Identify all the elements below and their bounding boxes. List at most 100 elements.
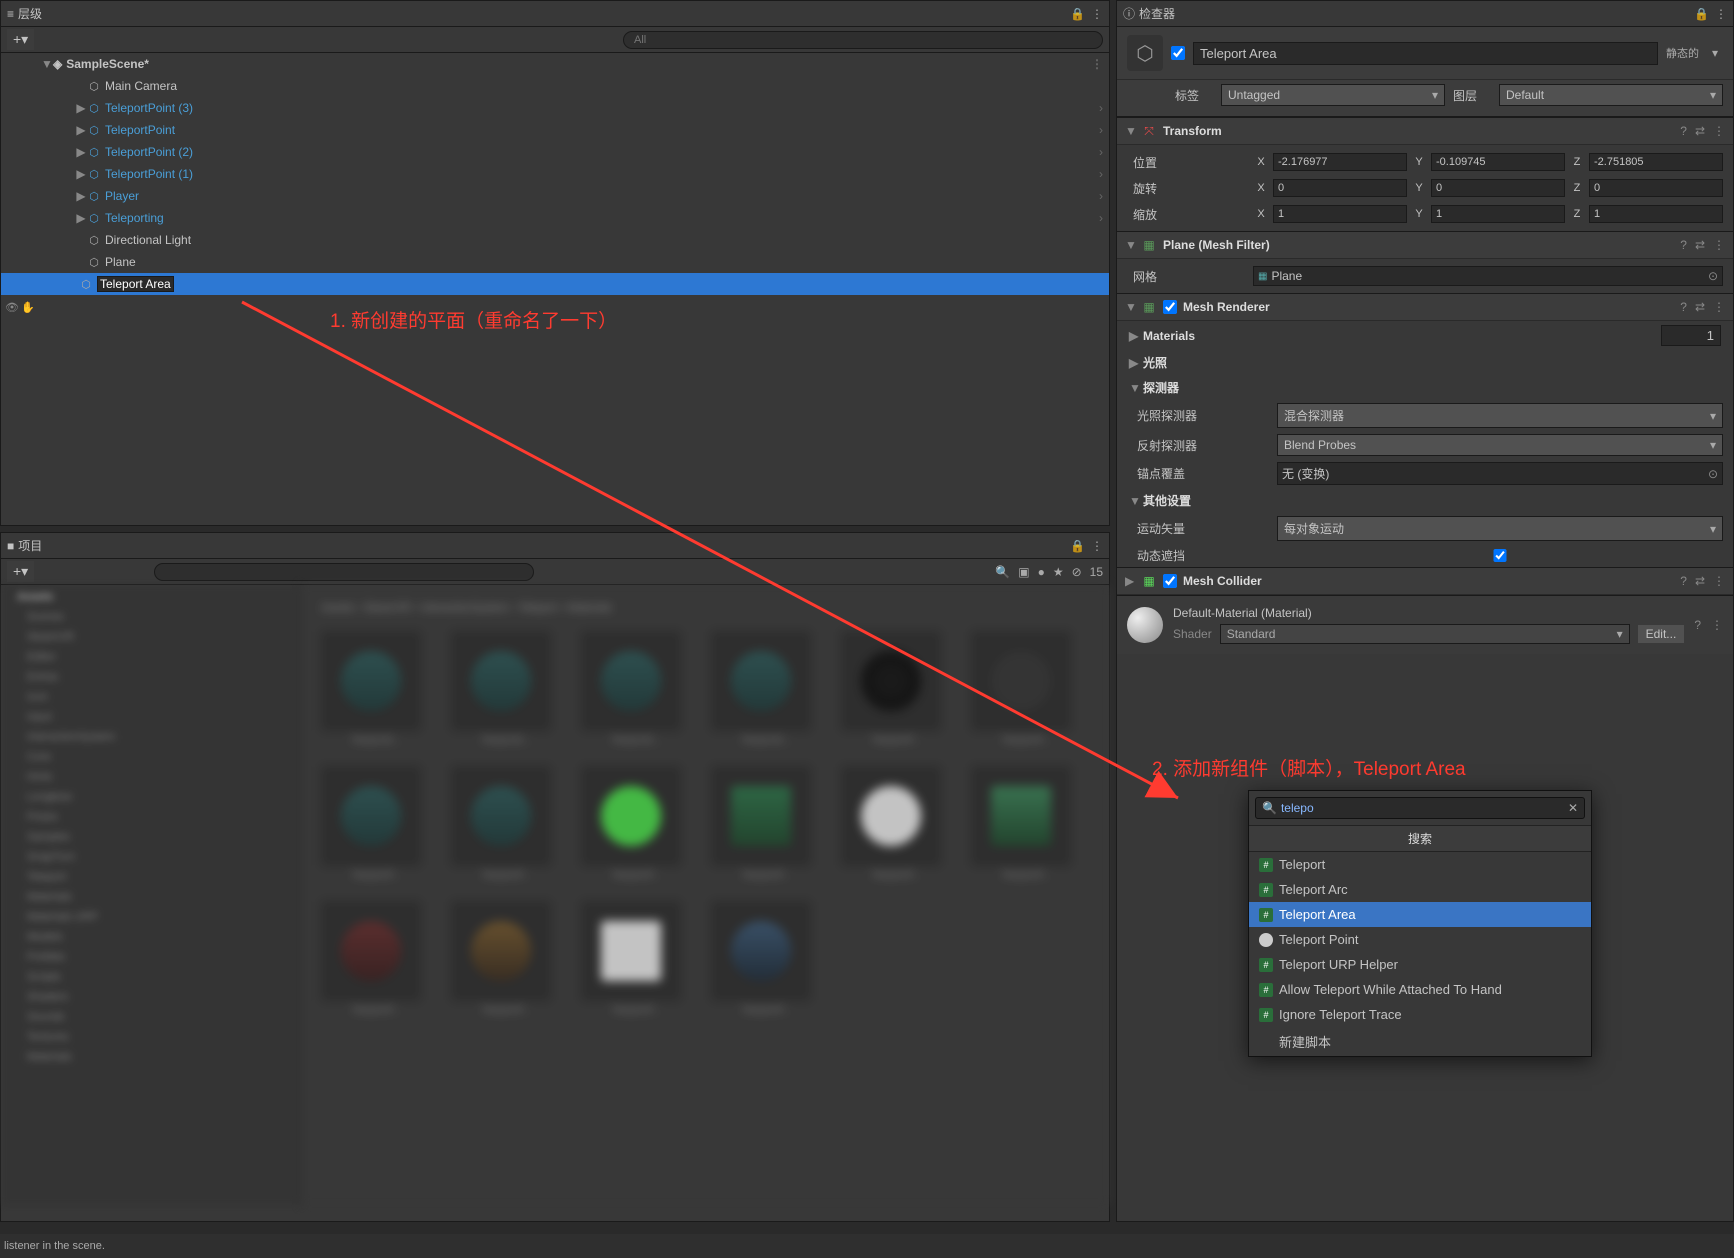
hierarchy-item[interactable]: ⬡Directional Light xyxy=(1,229,1109,251)
lighting-foldout[interactable]: ▶光照 xyxy=(1117,350,1733,375)
transform-header[interactable]: ▼ ⤧ Transform ?⇄⋮ xyxy=(1117,117,1733,145)
lock-icon[interactable]: 🔒 xyxy=(1070,539,1085,553)
dynocc-checkbox[interactable] xyxy=(1277,549,1723,562)
project-tree[interactable]: Assets ScenesSteamVREditorExtrasIconInpu… xyxy=(1,585,301,1205)
menu-icon[interactable]: ⋮ xyxy=(1713,300,1725,314)
anchor-field[interactable]: 无 (变换)⊙ xyxy=(1277,462,1723,485)
expand-icon[interactable]: ▶ xyxy=(75,123,87,137)
fav-icon[interactable]: ★ xyxy=(1053,565,1064,579)
hierarchy-search[interactable] xyxy=(623,31,1103,49)
meshrenderer-header[interactable]: ▼ ▦ Mesh Renderer ?⇄⋮ xyxy=(1117,293,1733,321)
new-script-item[interactable]: 新建脚本 xyxy=(1249,1027,1591,1056)
materials-count[interactable] xyxy=(1661,325,1721,346)
meshcollider-header[interactable]: ▶ ▦ Mesh Collider ?⇄⋮ xyxy=(1117,567,1733,595)
lightprobes-dropdown[interactable]: 混合探测器▾ xyxy=(1277,403,1723,428)
lock-icon[interactable]: 🔒 xyxy=(1694,7,1709,21)
help-icon[interactable]: ? xyxy=(1694,618,1701,632)
component-item[interactable]: #Allow Teleport While Attached To Hand xyxy=(1249,977,1591,1002)
hand-icon[interactable]: ✋ xyxy=(21,301,35,314)
chevron-icon[interactable]: › xyxy=(1099,145,1103,159)
preset-icon[interactable]: ⇄ xyxy=(1695,124,1705,138)
static-dropdown[interactable]: ▾ xyxy=(1707,46,1723,60)
pos-y[interactable] xyxy=(1431,153,1565,171)
component-search[interactable]: 🔍 ✕ xyxy=(1255,797,1585,819)
chevron-icon[interactable]: › xyxy=(1099,211,1103,225)
pos-z[interactable] xyxy=(1589,153,1723,171)
preset-icon[interactable]: ⇄ xyxy=(1695,238,1705,252)
rot-y[interactable] xyxy=(1431,179,1565,197)
menu-icon[interactable]: ⋮ xyxy=(1711,618,1723,632)
mesh-field[interactable]: ▦Plane⊙ xyxy=(1253,266,1723,286)
scene-row[interactable]: ▼ ◈ SampleScene* ⋮ xyxy=(1,53,1109,75)
hierarchy-item-selected[interactable]: ⬡ Teleport Area xyxy=(1,273,1109,295)
meshrenderer-enable[interactable] xyxy=(1163,300,1177,314)
hierarchy-item[interactable]: ▶⬡Teleporting› xyxy=(1,207,1109,229)
menu-icon[interactable]: ⋮ xyxy=(1091,7,1103,21)
menu-icon[interactable]: ⋮ xyxy=(1713,574,1725,588)
help-icon[interactable]: ? xyxy=(1680,574,1687,588)
component-item[interactable]: #Ignore Teleport Trace xyxy=(1249,1002,1591,1027)
preset-icon[interactable]: ⇄ xyxy=(1695,574,1705,588)
hierarchy-item[interactable]: ⬡Plane xyxy=(1,251,1109,273)
menu-icon[interactable]: ⋮ xyxy=(1713,238,1725,252)
motion-dropdown[interactable]: 每对象运动▾ xyxy=(1277,516,1723,541)
hierarchy-item[interactable]: ⬡Main Camera xyxy=(1,75,1109,97)
rename-field[interactable]: Teleport Area xyxy=(97,276,174,292)
scale-z[interactable] xyxy=(1589,205,1723,223)
menu-icon[interactable]: ⋮ xyxy=(1091,539,1103,553)
object-picker-icon[interactable]: ⊙ xyxy=(1708,467,1718,481)
shader-dropdown[interactable]: Standard▾ xyxy=(1220,624,1630,644)
reflprobes-dropdown[interactable]: Blend Probes▾ xyxy=(1277,434,1723,456)
layer-dropdown[interactable]: Default▾ xyxy=(1499,84,1723,106)
project-grid[interactable]: Assets › SteamVR › InteractionSystem › T… xyxy=(301,585,1109,1205)
help-icon[interactable]: ? xyxy=(1680,124,1687,138)
chevron-icon[interactable]: › xyxy=(1099,189,1103,203)
hierarchy-item[interactable]: ▶⬡TeleportPoint (1)› xyxy=(1,163,1109,185)
component-search-input[interactable] xyxy=(1281,801,1564,815)
search-icon[interactable]: 🔍 xyxy=(995,565,1010,579)
expand-icon[interactable]: ▼ xyxy=(1125,124,1135,138)
expand-icon[interactable]: ▶ xyxy=(75,167,87,181)
additional-foldout[interactable]: ▼其他设置 xyxy=(1117,488,1733,513)
expand-icon[interactable]: ▼ xyxy=(41,57,53,71)
pos-x[interactable] xyxy=(1273,153,1407,171)
filter-icon[interactable]: ▣ xyxy=(1018,565,1029,579)
scale-y[interactable] xyxy=(1431,205,1565,223)
breadcrumb[interactable]: Assets › SteamVR › InteractionSystem › T… xyxy=(311,595,1099,621)
help-icon[interactable]: ? xyxy=(1680,300,1687,314)
scale-x[interactable] xyxy=(1273,205,1407,223)
expand-icon[interactable]: ▶ xyxy=(75,145,87,159)
project-search[interactable] xyxy=(154,563,534,581)
object-picker-icon[interactable]: ⊙ xyxy=(1708,269,1718,283)
help-icon[interactable]: ? xyxy=(1680,238,1687,252)
expand-icon[interactable]: ▶ xyxy=(75,211,87,225)
chevron-icon[interactable]: › xyxy=(1099,123,1103,137)
component-item[interactable]: #Teleport Arc xyxy=(1249,877,1591,902)
tag-dropdown[interactable]: Untagged▾ xyxy=(1221,84,1445,106)
eye-icon[interactable]: 👁 xyxy=(5,301,19,314)
probes-foldout[interactable]: ▼探测器 xyxy=(1117,375,1733,400)
meshfilter-header[interactable]: ▼ ▦ Plane (Mesh Filter) ?⇄⋮ xyxy=(1117,231,1733,259)
object-name-field[interactable] xyxy=(1193,42,1658,65)
expand-icon[interactable]: ▶ xyxy=(1125,574,1135,588)
expand-icon[interactable]: ▼ xyxy=(1125,300,1135,314)
menu-icon[interactable]: ⋮ xyxy=(1713,124,1725,138)
chevron-icon[interactable]: › xyxy=(1099,101,1103,115)
expand-icon[interactable]: ▶ xyxy=(75,189,87,203)
component-item[interactable]: #Teleport Area xyxy=(1249,902,1591,927)
component-item[interactable]: #Teleport xyxy=(1249,852,1591,877)
rot-x[interactable] xyxy=(1273,179,1407,197)
chevron-icon[interactable]: › xyxy=(1099,167,1103,181)
expand-icon[interactable]: ▶ xyxy=(75,101,87,115)
materials-foldout[interactable]: ▶Materials xyxy=(1117,321,1733,350)
component-item[interactable]: #Teleport URP Helper xyxy=(1249,952,1591,977)
label-icon[interactable]: ● xyxy=(1038,565,1045,579)
rot-z[interactable] xyxy=(1589,179,1723,197)
expand-icon[interactable]: ▼ xyxy=(1125,238,1135,252)
hierarchy-item[interactable]: ▶⬡TeleportPoint (3)› xyxy=(1,97,1109,119)
edit-material-button[interactable]: Edit... xyxy=(1638,625,1685,643)
menu-icon[interactable]: ⋮ xyxy=(1715,7,1727,21)
hidden-icon[interactable]: ⊘ xyxy=(1072,565,1082,579)
more-icon[interactable]: ⋮ xyxy=(1091,57,1103,71)
preset-icon[interactable]: ⇄ xyxy=(1695,300,1705,314)
